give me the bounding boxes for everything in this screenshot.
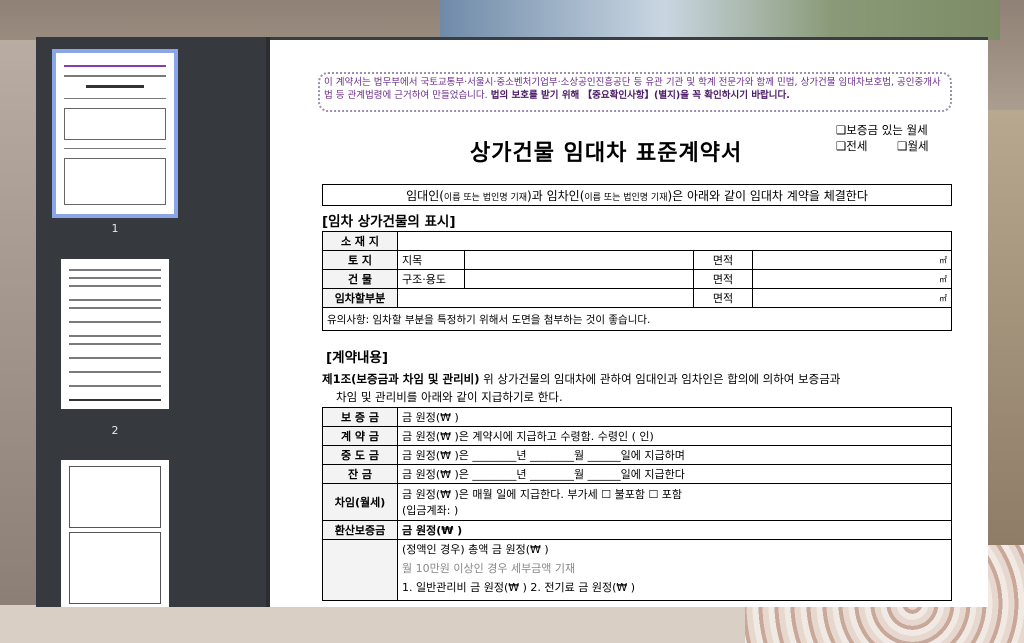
- row-label: 계 약 금: [322, 426, 398, 446]
- notice-box: 이 계약서는 법무부에서 국토교통부·서울시·중소벤처기업부·소상공인진흥공단 …: [318, 72, 952, 112]
- management-fee-cell[interactable]: (정액인 경우) 총액 금 원정(₩ ) 월 10만원 이상인 경우 세부금액 …: [397, 539, 952, 601]
- thumbnail-page-2[interactable]: [61, 259, 169, 409]
- intro-note: 이름 또는 법인명 기재: [443, 193, 528, 203]
- value-cell[interactable]: [464, 269, 694, 289]
- article-text: 차임 및 관리비를 아래와 같이 지급하기로 한다.: [336, 390, 563, 404]
- contract-type-options: ❑보증금 있는 월세 ❑전세 ❑월세: [836, 122, 929, 154]
- intro-note: 이름 또는 법인명 기재: [584, 193, 668, 203]
- notice-emphasis: 법의 보호를 받기 위해 【중요확인사항】(별지)을 꼭 확인하시기 바랍니다.: [490, 90, 790, 101]
- row-label: 건 물: [322, 269, 398, 289]
- area-label: 면적: [693, 250, 753, 270]
- option-jeonse[interactable]: ❑전세: [836, 139, 867, 153]
- row-label: 중 도 금: [322, 445, 398, 465]
- row-label: 잔 금: [322, 464, 398, 484]
- area-cell[interactable]: ㎡: [752, 288, 952, 308]
- row-sublabel: 지목: [397, 250, 465, 270]
- option-monthly[interactable]: ❑월세: [897, 139, 928, 153]
- area-label: 면적: [693, 288, 753, 308]
- section-property: [임차 상가건물의 표시]: [322, 214, 456, 230]
- option-deposit-monthly[interactable]: ❑보증금 있는 월세: [836, 122, 929, 138]
- thumbnail-sidebar[interactable]: 1 2: [36, 37, 266, 607]
- area-cell[interactable]: ㎡: [752, 269, 952, 289]
- table-row: 보 증 금 금 원정(₩ ): [322, 407, 952, 427]
- payment-cell[interactable]: 금 원정(₩ )은 ________년 ________월 ______일에 지…: [397, 464, 952, 484]
- document-viewer-window: 1 2 이 계약서는 법무부에서 국토교통부·서울시·중소벤처기업부·소상공인진…: [36, 37, 988, 607]
- table-row: 토 지 지목 면적 ㎡: [322, 250, 952, 270]
- intro-text: 임대인(: [406, 189, 444, 203]
- table-row: 환산보증금 금 원정(₩ ): [322, 520, 952, 540]
- table-row: 중 도 금 금 원정(₩ )은 ________년 ________월 ____…: [322, 445, 952, 465]
- thumbnail-page-1[interactable]: [52, 49, 178, 218]
- row-label: 임차할부분: [322, 288, 398, 308]
- payment-cell[interactable]: 금 원정(₩ )은 계약시에 지급하고 수령함. 수령인 ( 인): [397, 426, 952, 446]
- payment-line: (입금계좌: ): [402, 504, 459, 517]
- section-contract: [계약내용]: [326, 350, 389, 366]
- table-row: 계 약 금 금 원정(₩ )은 계약시에 지급하고 수령함. 수령인 ( 인): [322, 426, 952, 446]
- mgmt-line: 월 10만원 이상인 경우 세부금액 기재: [402, 562, 576, 575]
- table-row: (정액인 경우) 총액 금 원정(₩ ) 월 10만원 이상인 경우 세부금액 …: [322, 539, 952, 601]
- address-cell[interactable]: [397, 231, 952, 251]
- unit-label: ㎡: [939, 255, 947, 265]
- mgmt-line: 1. 일반관리비 금 원정(₩ ) 2. 전기료 금 원정(₩ ): [402, 581, 636, 594]
- background-sofa: [985, 110, 1024, 570]
- payment-cell[interactable]: 금 원정(₩ )은 매월 일에 지급한다. 부가세 ☐ 불포함 ☐ 포함 (입금…: [397, 483, 952, 521]
- document-title: 상가건물 임대차 표준계약서: [470, 141, 743, 166]
- thumbnail-label: 1: [111, 222, 119, 235]
- background-floor: [0, 605, 745, 643]
- table-row: 건 물 구조·용도 면적 ㎡: [322, 269, 952, 289]
- area-cell[interactable]: ㎡: [752, 250, 952, 270]
- background-wall: [0, 40, 36, 605]
- payment-cell[interactable]: 금 원정(₩ )은 ________년 ________월 ______일에 지…: [397, 445, 952, 465]
- value-cell[interactable]: [397, 288, 694, 308]
- row-label: 보 증 금: [322, 407, 398, 427]
- background-window: [440, 0, 1000, 40]
- property-table: 소 재 지 토 지 지목 면적 ㎡ 건 물 구조·용도 면적 ㎡ 임차할부분 면…: [322, 231, 952, 331]
- mgmt-line: (정액인 경우) 총액 금 원정(₩ ): [402, 543, 549, 556]
- contract-intro: 임대인(이름 또는 법인명 기재)과 임차인(이름 또는 법인명 기재)은 아래…: [322, 184, 952, 206]
- row-label: [322, 539, 398, 601]
- property-note: 유의사항: 임차할 부분을 특정하기 위해서 도면을 첨부하는 것이 좋습니다.: [322, 307, 952, 331]
- document-page: 이 계약서는 법무부에서 국토교통부·서울시·중소벤처기업부·소상공인진흥공단 …: [270, 40, 988, 607]
- unit-label: ㎡: [939, 274, 947, 284]
- intro-text: )은 아래와 같이 임대차 계약을 체결한다: [667, 189, 868, 203]
- thumbnail-page-3[interactable]: [61, 460, 169, 607]
- table-row: 잔 금 금 원정(₩ )은 ________년 ________월 ______…: [322, 464, 952, 484]
- intro-text: )과 임차인(: [527, 189, 585, 203]
- row-sublabel: 구조·용도: [397, 269, 465, 289]
- unit-label: ㎡: [939, 293, 947, 303]
- payment-cell[interactable]: 금 원정(₩ ): [397, 407, 952, 427]
- article-text: 위 상가건물의 임대차에 관하여 임대인과 임차인은 합의에 의하여 보증금과: [483, 372, 841, 386]
- payment-cell[interactable]: 금 원정(₩ ): [397, 520, 952, 540]
- table-row: 유의사항: 임차할 부분을 특정하기 위해서 도면을 첨부하는 것이 좋습니다.: [322, 307, 952, 331]
- article-1: 제1조(보증금과 차임 및 관리비) 위 상가건물의 임대차에 관하여 임대인과…: [322, 370, 952, 406]
- row-label: 환산보증금: [322, 520, 398, 540]
- value-cell[interactable]: [464, 250, 694, 270]
- article-heading: 제1조(보증금과 차임 및 관리비): [322, 372, 480, 386]
- area-label: 면적: [693, 269, 753, 289]
- row-label: 차임(월세): [322, 483, 398, 521]
- table-row: 임차할부분 면적 ㎡: [322, 288, 952, 308]
- row-label: 토 지: [322, 250, 398, 270]
- row-label: 소 재 지: [322, 231, 398, 251]
- table-row: 차임(월세) 금 원정(₩ )은 매월 일에 지급한다. 부가세 ☐ 불포함 ☐…: [322, 483, 952, 521]
- payment-table: 보 증 금 금 원정(₩ ) 계 약 금 금 원정(₩)은 계약시에 지급하고…: [322, 407, 952, 601]
- thumbnail-label: 2: [111, 424, 119, 437]
- payment-line: 금 원정(₩ )은 매월 일에 지급한다. 부가세 ☐ 불포함 ☐ 포함: [402, 488, 683, 501]
- table-row: 소 재 지: [322, 231, 952, 251]
